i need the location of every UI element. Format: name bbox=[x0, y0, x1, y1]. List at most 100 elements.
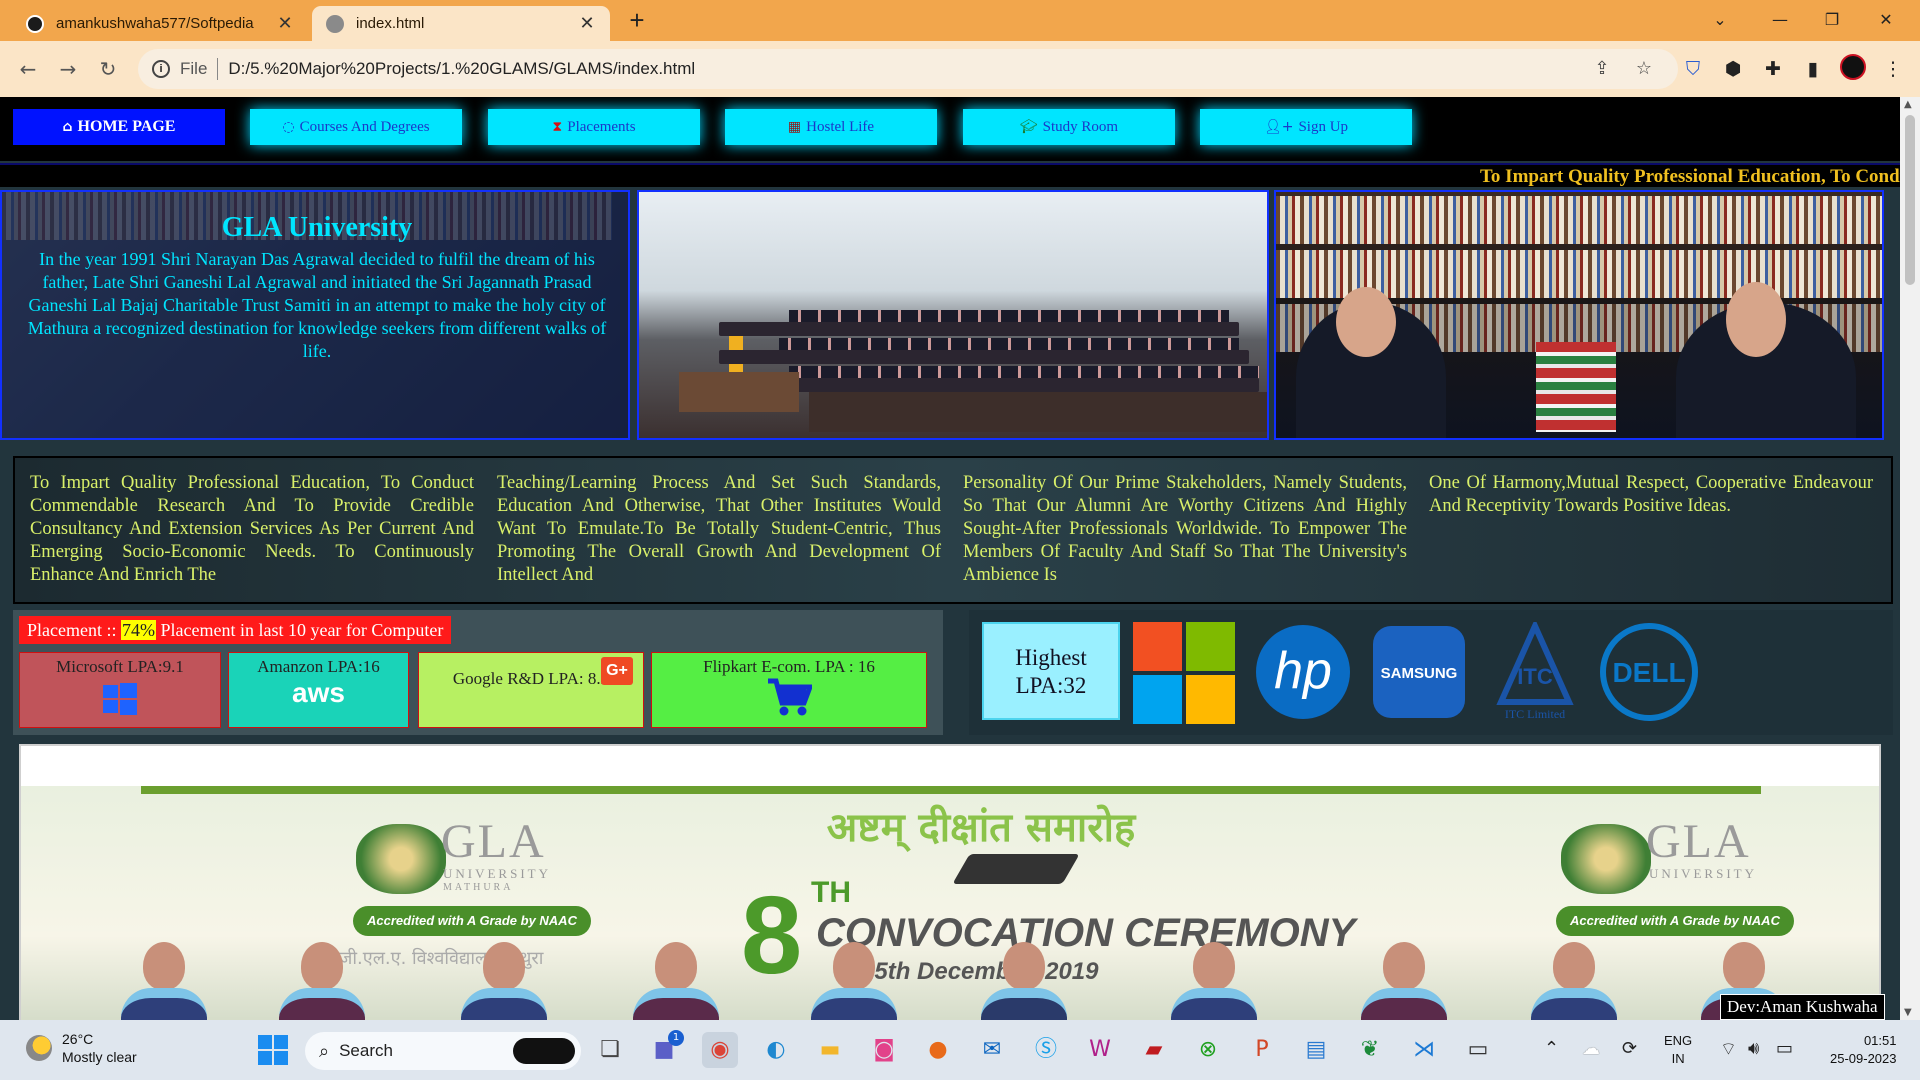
file-explorer-icon[interactable]: ▬ bbox=[812, 1032, 848, 1068]
placement-section: Placement :: 74% Placement in last 10 ye… bbox=[13, 610, 943, 735]
nav-study-room-button[interactable]: 🎓︎ Study Room bbox=[963, 109, 1175, 145]
teams-icon[interactable]: ■ 1 bbox=[646, 1030, 684, 1068]
profile-avatar[interactable] bbox=[1838, 54, 1868, 84]
snip-tool-icon[interactable]: ◙ bbox=[866, 1032, 902, 1068]
volume-icon[interactable]: 🔊︎ bbox=[1748, 1038, 1759, 1059]
address-bar-row: ← → ↻ i File D:/5.%20Major%20Projects/1.… bbox=[0, 41, 1920, 97]
menu-kebab-icon[interactable]: ⋮ bbox=[1878, 54, 1908, 84]
mission-column: Teaching/Learning Process And Set Such S… bbox=[497, 473, 941, 585]
nav-label: Study Room bbox=[1042, 118, 1119, 135]
search-icon: ⌕ bbox=[319, 1040, 330, 1062]
nav-signup-button[interactable]: 👤︎+ Sign Up bbox=[1200, 109, 1412, 145]
close-tab-icon[interactable]: ✕ bbox=[276, 13, 294, 34]
tab-index[interactable]: index.html ✕ bbox=[312, 6, 610, 41]
tab-github[interactable]: amankushwaha577/Softpedia ✕ bbox=[12, 6, 308, 41]
forward-button[interactable]: → bbox=[52, 53, 84, 85]
placement-card-microsoft[interactable]: Microsoft LPA:9.1 bbox=[19, 652, 221, 728]
side-panel-icon[interactable]: ▮ bbox=[1798, 54, 1828, 84]
microsoft-logo bbox=[1133, 622, 1235, 729]
url-text: D:/5.%20Major%20Projects/1.%20GLAMS/GLAM… bbox=[228, 59, 696, 78]
samsung-logo: SAMSUNG bbox=[1371, 624, 1467, 725]
bookmark-star-icon[interactable]: ☆ bbox=[1632, 57, 1656, 81]
hero-text: In the year 1991 Shri Narayan Das Agrawa… bbox=[27, 249, 607, 361]
skype-icon[interactable]: Ⓢ bbox=[1028, 1032, 1064, 1068]
outlook-icon[interactable]: ✉ bbox=[974, 1032, 1010, 1068]
battery-icon[interactable]: ▭ bbox=[1776, 1038, 1793, 1059]
url-divider bbox=[217, 58, 219, 80]
notepad-icon[interactable]: ▤ bbox=[1298, 1032, 1334, 1068]
vscode-icon[interactable]: ⋊ bbox=[1406, 1032, 1442, 1068]
dignitary-figure bbox=[1531, 942, 1617, 1020]
hp-logo: hp bbox=[1255, 624, 1351, 725]
shield-extension-icon[interactable]: ⛉ bbox=[1678, 54, 1708, 84]
mission-column: To Impart Quality Professional Education… bbox=[30, 473, 474, 585]
terminal-icon[interactable]: ▭ bbox=[1460, 1032, 1496, 1068]
chrome-icon[interactable]: ◉ bbox=[702, 1032, 738, 1068]
placement-card-google[interactable]: Google R&D LPA: 8.2 G+ bbox=[418, 652, 644, 728]
scrollbar-thumb[interactable] bbox=[1905, 115, 1915, 285]
game-icon[interactable]: ▰ bbox=[1136, 1032, 1172, 1068]
mongodb-icon[interactable]: ❦ bbox=[1352, 1032, 1388, 1068]
reload-button[interactable]: ↻ bbox=[92, 53, 124, 85]
cube-extension-icon[interactable]: ⬢ bbox=[1718, 54, 1748, 84]
task-view-icon[interactable]: ❏ bbox=[592, 1032, 628, 1068]
placement-percent: 74% bbox=[120, 620, 156, 640]
xbox-icon[interactable]: ⊗ bbox=[1190, 1032, 1226, 1068]
weather-widget[interactable]: 26°C Mostly clear bbox=[26, 1030, 137, 1066]
site-info-icon[interactable]: i bbox=[152, 60, 170, 78]
search-placeholder: Search bbox=[339, 1041, 393, 1060]
back-button[interactable]: ← bbox=[12, 53, 44, 85]
graduation-cap-icon: 🎓︎ bbox=[1019, 119, 1038, 135]
share-icon[interactable]: ⇪ bbox=[1590, 57, 1614, 81]
nav-home-button[interactable]: ⌂ HOME PAGE bbox=[13, 109, 225, 145]
marquee-text: To Impart Quality Professional Education… bbox=[1480, 166, 1900, 187]
naac-badge: Accredited with A Grade by NAAC bbox=[353, 906, 591, 936]
close-window-button[interactable]: ✕ bbox=[1866, 4, 1906, 36]
mission-marquee: To Impart Quality Professional Education… bbox=[0, 163, 1900, 187]
nav-hostel-button[interactable]: ▦ Hostel Life bbox=[725, 109, 937, 145]
placement-card-label: Amanzon LPA:16 bbox=[257, 657, 380, 676]
new-tab-button[interactable]: + bbox=[622, 6, 652, 36]
chat-icon: ◌ bbox=[282, 119, 295, 135]
clock-date: 25-09-2023 bbox=[1830, 1051, 1897, 1066]
scroll-up-icon[interactable]: ▲ bbox=[1904, 99, 1912, 110]
wps-icon[interactable]: W bbox=[1082, 1032, 1118, 1068]
system-clock[interactable]: 01:51 25-09-2023 bbox=[1830, 1032, 1897, 1068]
nav-placements-button[interactable]: ⧗ Placements bbox=[488, 109, 700, 145]
show-hidden-icons-chevron[interactable]: ⌃ bbox=[1544, 1038, 1559, 1059]
tab-search-chevron-icon[interactable]: ⌄ bbox=[1700, 4, 1740, 36]
onedrive-icon[interactable]: ☁ bbox=[1582, 1038, 1600, 1059]
page-scrollbar[interactable]: ▲ ▼ bbox=[1900, 97, 1920, 1020]
taskbar-search-box[interactable]: ⌕ Search bbox=[305, 1032, 581, 1070]
powerpoint-icon[interactable]: P bbox=[1244, 1032, 1280, 1068]
placement-card-flipkart[interactable]: Flipkart E-com. LPA : 16 bbox=[651, 652, 927, 728]
wifi-icon[interactable]: ⌔ bbox=[1720, 1038, 1737, 1061]
close-tab-icon[interactable]: ✕ bbox=[578, 13, 596, 34]
svg-text:SAMSUNG: SAMSUNG bbox=[1381, 665, 1458, 682]
puzzle-extensions-icon[interactable]: ✚ bbox=[1758, 54, 1788, 84]
nav-courses-button[interactable]: ◌ Courses And Degrees bbox=[250, 109, 462, 145]
nav-label: Courses And Degrees bbox=[299, 118, 430, 135]
scroll-down-icon[interactable]: ▼ bbox=[1904, 1007, 1912, 1018]
dignitary-figure bbox=[633, 942, 719, 1020]
restore-button[interactable]: ❐ bbox=[1812, 4, 1852, 36]
dignitary-figure bbox=[811, 942, 897, 1020]
hourglass-icon: ⧗ bbox=[552, 119, 563, 135]
gla-crest-logo bbox=[356, 824, 446, 894]
minimize-button[interactable]: — bbox=[1760, 4, 1800, 36]
github-icon bbox=[26, 14, 44, 33]
sync-icon[interactable]: ⟳ bbox=[1622, 1038, 1637, 1059]
nav-label: Sign Up bbox=[1298, 118, 1349, 135]
placement-card-amazon[interactable]: Amanzon LPA:16 aws bbox=[228, 652, 409, 728]
language-indicator[interactable]: ENG IN bbox=[1664, 1032, 1692, 1068]
browser-tab-strip: amankushwaha577/Softpedia ✕ index.html ✕… bbox=[0, 0, 1920, 41]
gla-brand-text: GLA bbox=[441, 815, 546, 868]
url-input[interactable]: i File D:/5.%20Major%20Projects/1.%20GLA… bbox=[138, 49, 1678, 89]
url-scheme: File bbox=[180, 59, 208, 78]
start-button[interactable] bbox=[255, 1032, 291, 1068]
itc-logo: ITC ITC Limited bbox=[1487, 618, 1583, 727]
dell-logo: DELL bbox=[1599, 622, 1699, 727]
edge-icon[interactable]: ◐ bbox=[758, 1032, 794, 1068]
google-plus-icon: G+ bbox=[601, 657, 633, 685]
firefox-icon[interactable]: ● bbox=[920, 1032, 956, 1068]
